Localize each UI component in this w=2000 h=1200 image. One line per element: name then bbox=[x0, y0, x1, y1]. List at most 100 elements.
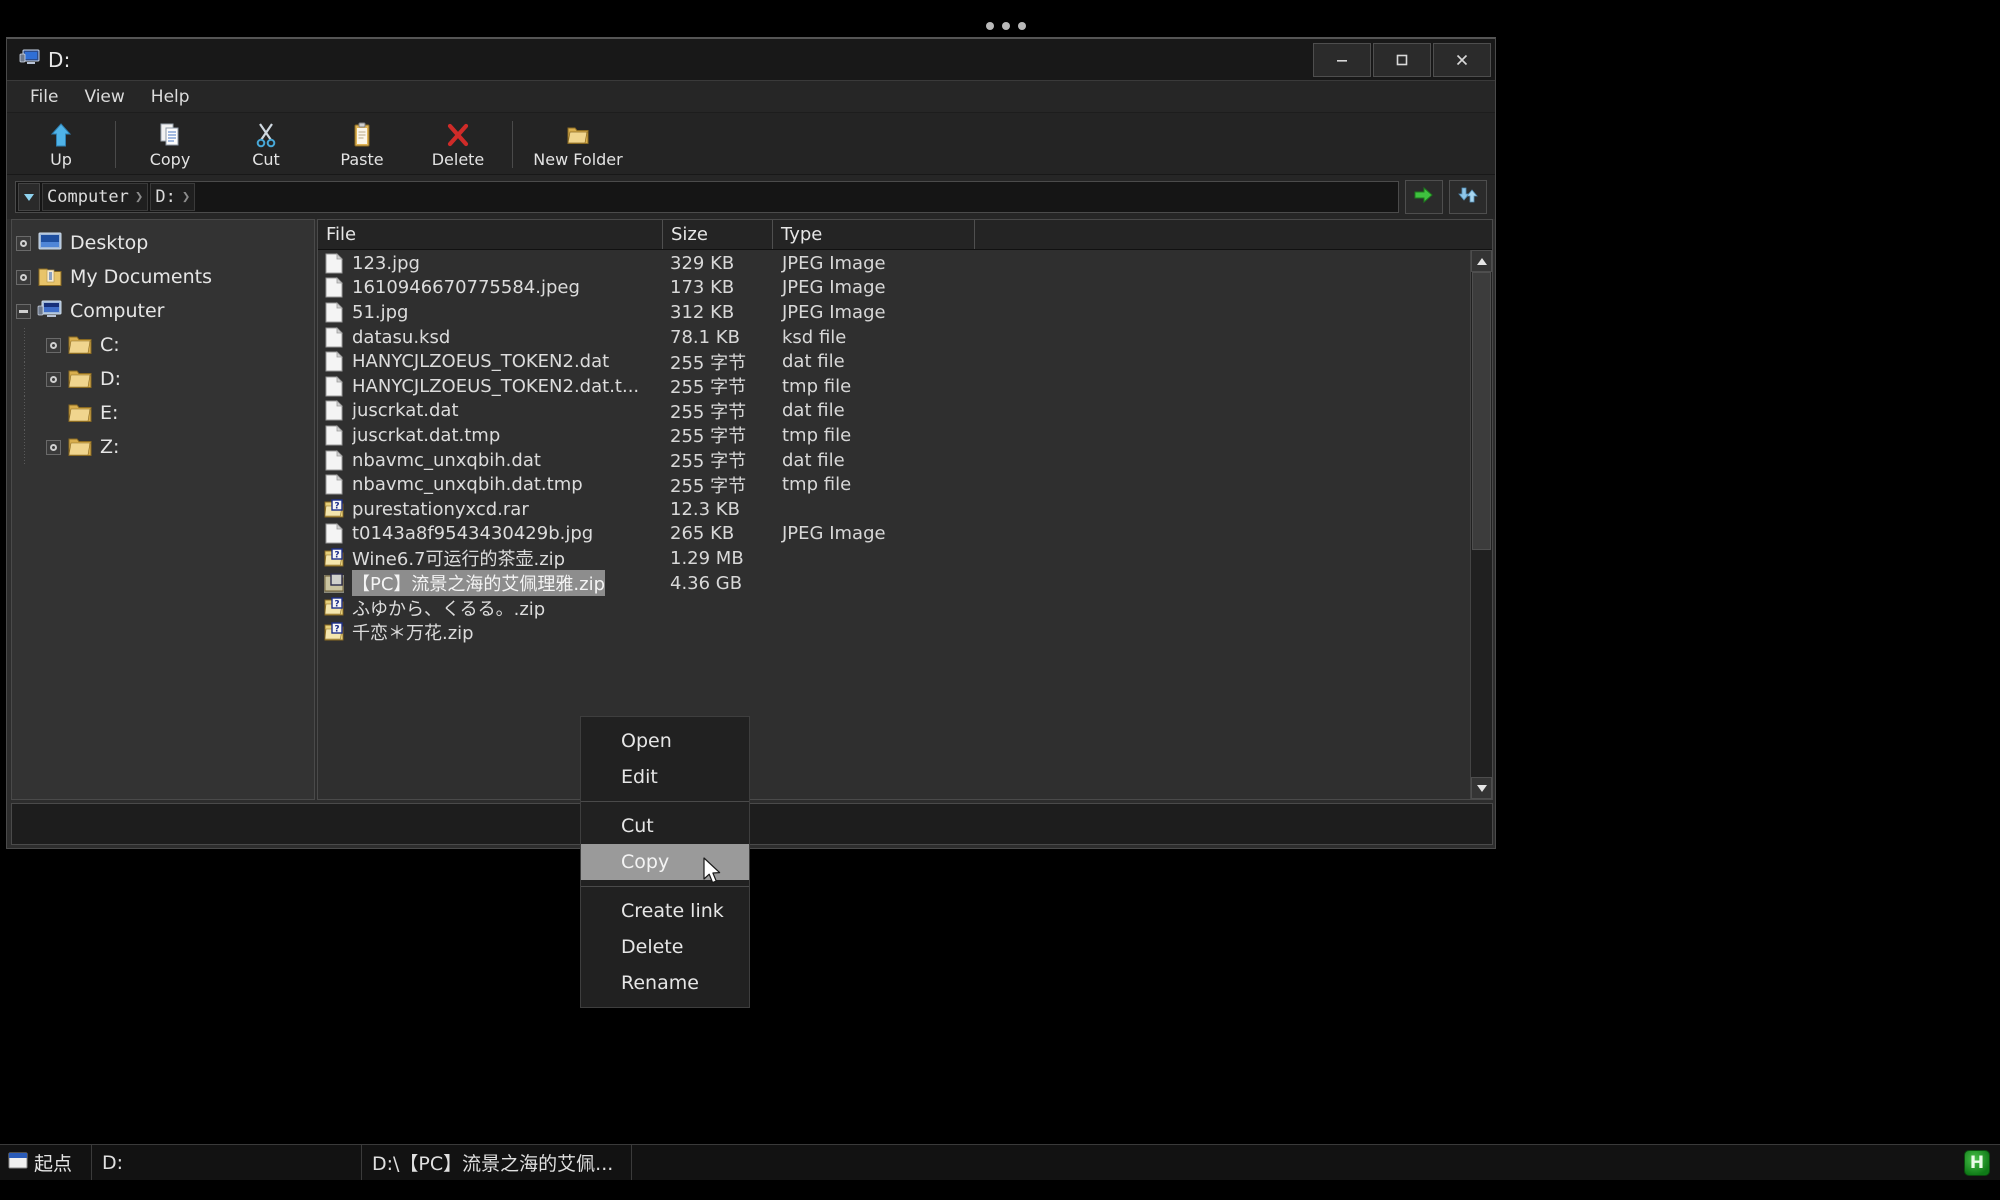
context-menu-item-delete[interactable]: Delete bbox=[581, 929, 749, 965]
close-button[interactable] bbox=[1433, 42, 1491, 77]
context-menu-item-rename[interactable]: Rename bbox=[581, 965, 749, 1001]
file-row[interactable]: datasu.ksd 78.1 KB ksd file bbox=[318, 325, 1492, 350]
toolbar-paste-button[interactable]: Paste bbox=[314, 115, 410, 174]
menu-file[interactable]: File bbox=[19, 84, 69, 110]
expander-plus-icon[interactable] bbox=[16, 235, 31, 251]
file-icon bbox=[324, 277, 344, 298]
scroll-up-button[interactable] bbox=[1471, 250, 1492, 272]
statusbar bbox=[11, 803, 1493, 845]
tree-item-drive-c[interactable]: C: bbox=[12, 328, 314, 362]
file-type: tmp file bbox=[782, 375, 852, 397]
maximize-button[interactable] bbox=[1373, 42, 1431, 77]
file-list-scrollbar[interactable] bbox=[1470, 250, 1492, 799]
hamachi-tray-icon[interactable]: H bbox=[1964, 1149, 1990, 1176]
refresh-icon bbox=[1458, 186, 1478, 208]
toolbar-copy-label: Copy bbox=[149, 149, 191, 169]
folder-tree[interactable]: Desktop My Documents Computer C: D: E: Z… bbox=[11, 219, 315, 800]
context-menu-item-cut[interactable]: Cut bbox=[581, 808, 749, 844]
tree-connector-line bbox=[24, 328, 25, 362]
tree-item-drive-c-label: C: bbox=[100, 334, 120, 356]
file-row[interactable]: HANYCJLZOEUS_TOKEN2.dat 255 字节 dat file bbox=[318, 349, 1492, 374]
toolbar-delete-button[interactable]: Delete bbox=[410, 115, 506, 174]
drag-dot bbox=[1018, 22, 1026, 30]
taskbar: 起点 D: D:\【PC】流景之海的艾佩... H bbox=[0, 1144, 2000, 1180]
expander-plus-icon[interactable] bbox=[46, 371, 61, 387]
context-menu-item-open[interactable]: Open bbox=[581, 723, 749, 759]
chevron-down-icon[interactable] bbox=[18, 183, 40, 211]
file-row[interactable]: juscrkat.dat.tmp 255 字节 tmp file bbox=[318, 423, 1492, 448]
scrollbar-track[interactable] bbox=[1471, 272, 1492, 777]
file-row[interactable]: nbavmc_unxqbih.dat.tmp 255 字节 tmp file bbox=[318, 472, 1492, 497]
column-header-type[interactable]: Type bbox=[773, 220, 975, 249]
column-header-size[interactable]: Size bbox=[663, 220, 773, 249]
scroll-down-button[interactable] bbox=[1471, 777, 1492, 799]
file-size: 312 KB bbox=[670, 301, 735, 323]
tree-item-computer[interactable]: Computer bbox=[12, 294, 314, 328]
file-type: JPEG Image bbox=[782, 252, 886, 274]
file-size: 255 字节 bbox=[670, 426, 747, 448]
chevron-right-icon: ❯ bbox=[181, 189, 191, 205]
toolbar-cut-button[interactable]: Cut bbox=[218, 115, 314, 174]
toolbar-new-folder-button[interactable]: New Folder bbox=[519, 115, 637, 174]
computer-icon bbox=[37, 300, 63, 322]
context-menu[interactable]: Open Edit Cut Copy Create link Delete Rename bbox=[580, 716, 750, 1008]
file-size: 255 字节 bbox=[670, 401, 747, 423]
breadcrumb-drive-d[interactable]: D: ❯ bbox=[150, 183, 196, 211]
file-row[interactable]: ? 千恋＊万花.zip bbox=[318, 620, 1492, 645]
menu-help[interactable]: Help bbox=[140, 84, 201, 110]
file-row[interactable]: 123.jpg 329 KB JPEG Image bbox=[318, 251, 1492, 276]
file-row[interactable]: 1610946670775584.jpeg 173 KB JPEG Image bbox=[318, 276, 1492, 301]
toolbar-cut-label: Cut bbox=[252, 149, 280, 169]
expander-plus-icon[interactable] bbox=[46, 337, 61, 353]
window-controls bbox=[1311, 39, 1495, 80]
tree-item-desktop[interactable]: Desktop bbox=[12, 226, 314, 260]
file-list-header: File Size Type bbox=[318, 220, 1492, 250]
toolbar-separator bbox=[512, 121, 513, 168]
tree-item-drive-e[interactable]: E: bbox=[12, 396, 314, 430]
breadcrumb[interactable]: Computer ❯ D: ❯ bbox=[15, 181, 1399, 213]
file-row[interactable]: t0143a8f9543430429b.jpg 265 KB JPEG Image bbox=[318, 522, 1492, 547]
file-row[interactable]: 51.jpg 312 KB JPEG Image bbox=[318, 300, 1492, 325]
file-name: t0143a8f9543430429b.jpg bbox=[352, 523, 594, 545]
expander-plus-icon[interactable] bbox=[46, 439, 61, 455]
scrollbar-thumb[interactable] bbox=[1472, 272, 1491, 550]
file-row[interactable]: ? Wine6.7可运行的茶壶.zip 1.29 MB bbox=[318, 546, 1492, 571]
taskbar-item-archive[interactable]: D:\【PC】流景之海的艾佩... bbox=[362, 1145, 632, 1180]
context-menu-item-edit[interactable]: Edit bbox=[581, 759, 749, 795]
file-icon bbox=[324, 400, 344, 421]
file-icon bbox=[324, 326, 344, 348]
context-menu-item-copy[interactable]: Copy bbox=[581, 844, 749, 880]
file-size: 78.1 KB bbox=[670, 326, 740, 348]
breadcrumb-computer[interactable]: Computer ❯ bbox=[42, 183, 149, 211]
file-size: 265 KB bbox=[670, 523, 735, 545]
file-type: dat file bbox=[782, 400, 845, 422]
file-row[interactable]: ? purestationyxcd.rar 12.3 KB bbox=[318, 497, 1492, 522]
column-header-file[interactable]: File bbox=[318, 220, 663, 249]
go-button[interactable] bbox=[1405, 180, 1443, 214]
window-body: Desktop My Documents Computer C: D: E: Z… bbox=[7, 219, 1495, 800]
expander-none-icon bbox=[46, 406, 61, 421]
file-row[interactable]: nbavmc_unxqbih.dat 255 字节 dat file bbox=[318, 448, 1492, 473]
taskbar-item-d-drive[interactable]: D: bbox=[92, 1145, 362, 1180]
file-name: datasu.ksd bbox=[352, 326, 451, 348]
menu-view[interactable]: View bbox=[73, 84, 135, 110]
file-row[interactable]: HANYCJLZOEUS_TOKEN2.dat.t... 255 字节 tmp fi… bbox=[318, 374, 1492, 399]
expander-plus-icon[interactable] bbox=[16, 269, 31, 285]
expander-minus-icon[interactable] bbox=[16, 303, 31, 319]
context-menu-item-create-link[interactable]: Create link bbox=[581, 893, 749, 929]
toolbar-up-button[interactable]: Up bbox=[13, 115, 109, 174]
minimize-button[interactable] bbox=[1313, 42, 1371, 77]
tree-item-drive-z[interactable]: Z: bbox=[12, 430, 314, 464]
window-drag-dots[interactable] bbox=[986, 22, 1026, 30]
file-size: 255 字节 bbox=[670, 352, 747, 374]
start-button[interactable]: 起点 bbox=[0, 1145, 92, 1180]
svg-text:?: ? bbox=[334, 600, 339, 610]
file-row[interactable]: ? ふゆから、くるる。.zip bbox=[318, 595, 1492, 620]
titlebar[interactable]: D: bbox=[7, 39, 1495, 81]
tree-item-drive-d[interactable]: D: bbox=[12, 362, 314, 396]
tree-item-my-documents[interactable]: My Documents bbox=[12, 260, 314, 294]
file-row[interactable]: 【PC】流景之海的艾佩理雅.zip 4.36 GB bbox=[318, 570, 1492, 597]
file-row[interactable]: juscrkat.dat 255 字节 dat file bbox=[318, 399, 1492, 424]
toolbar-copy-button[interactable]: Copy bbox=[122, 115, 218, 174]
refresh-button[interactable] bbox=[1449, 180, 1487, 214]
